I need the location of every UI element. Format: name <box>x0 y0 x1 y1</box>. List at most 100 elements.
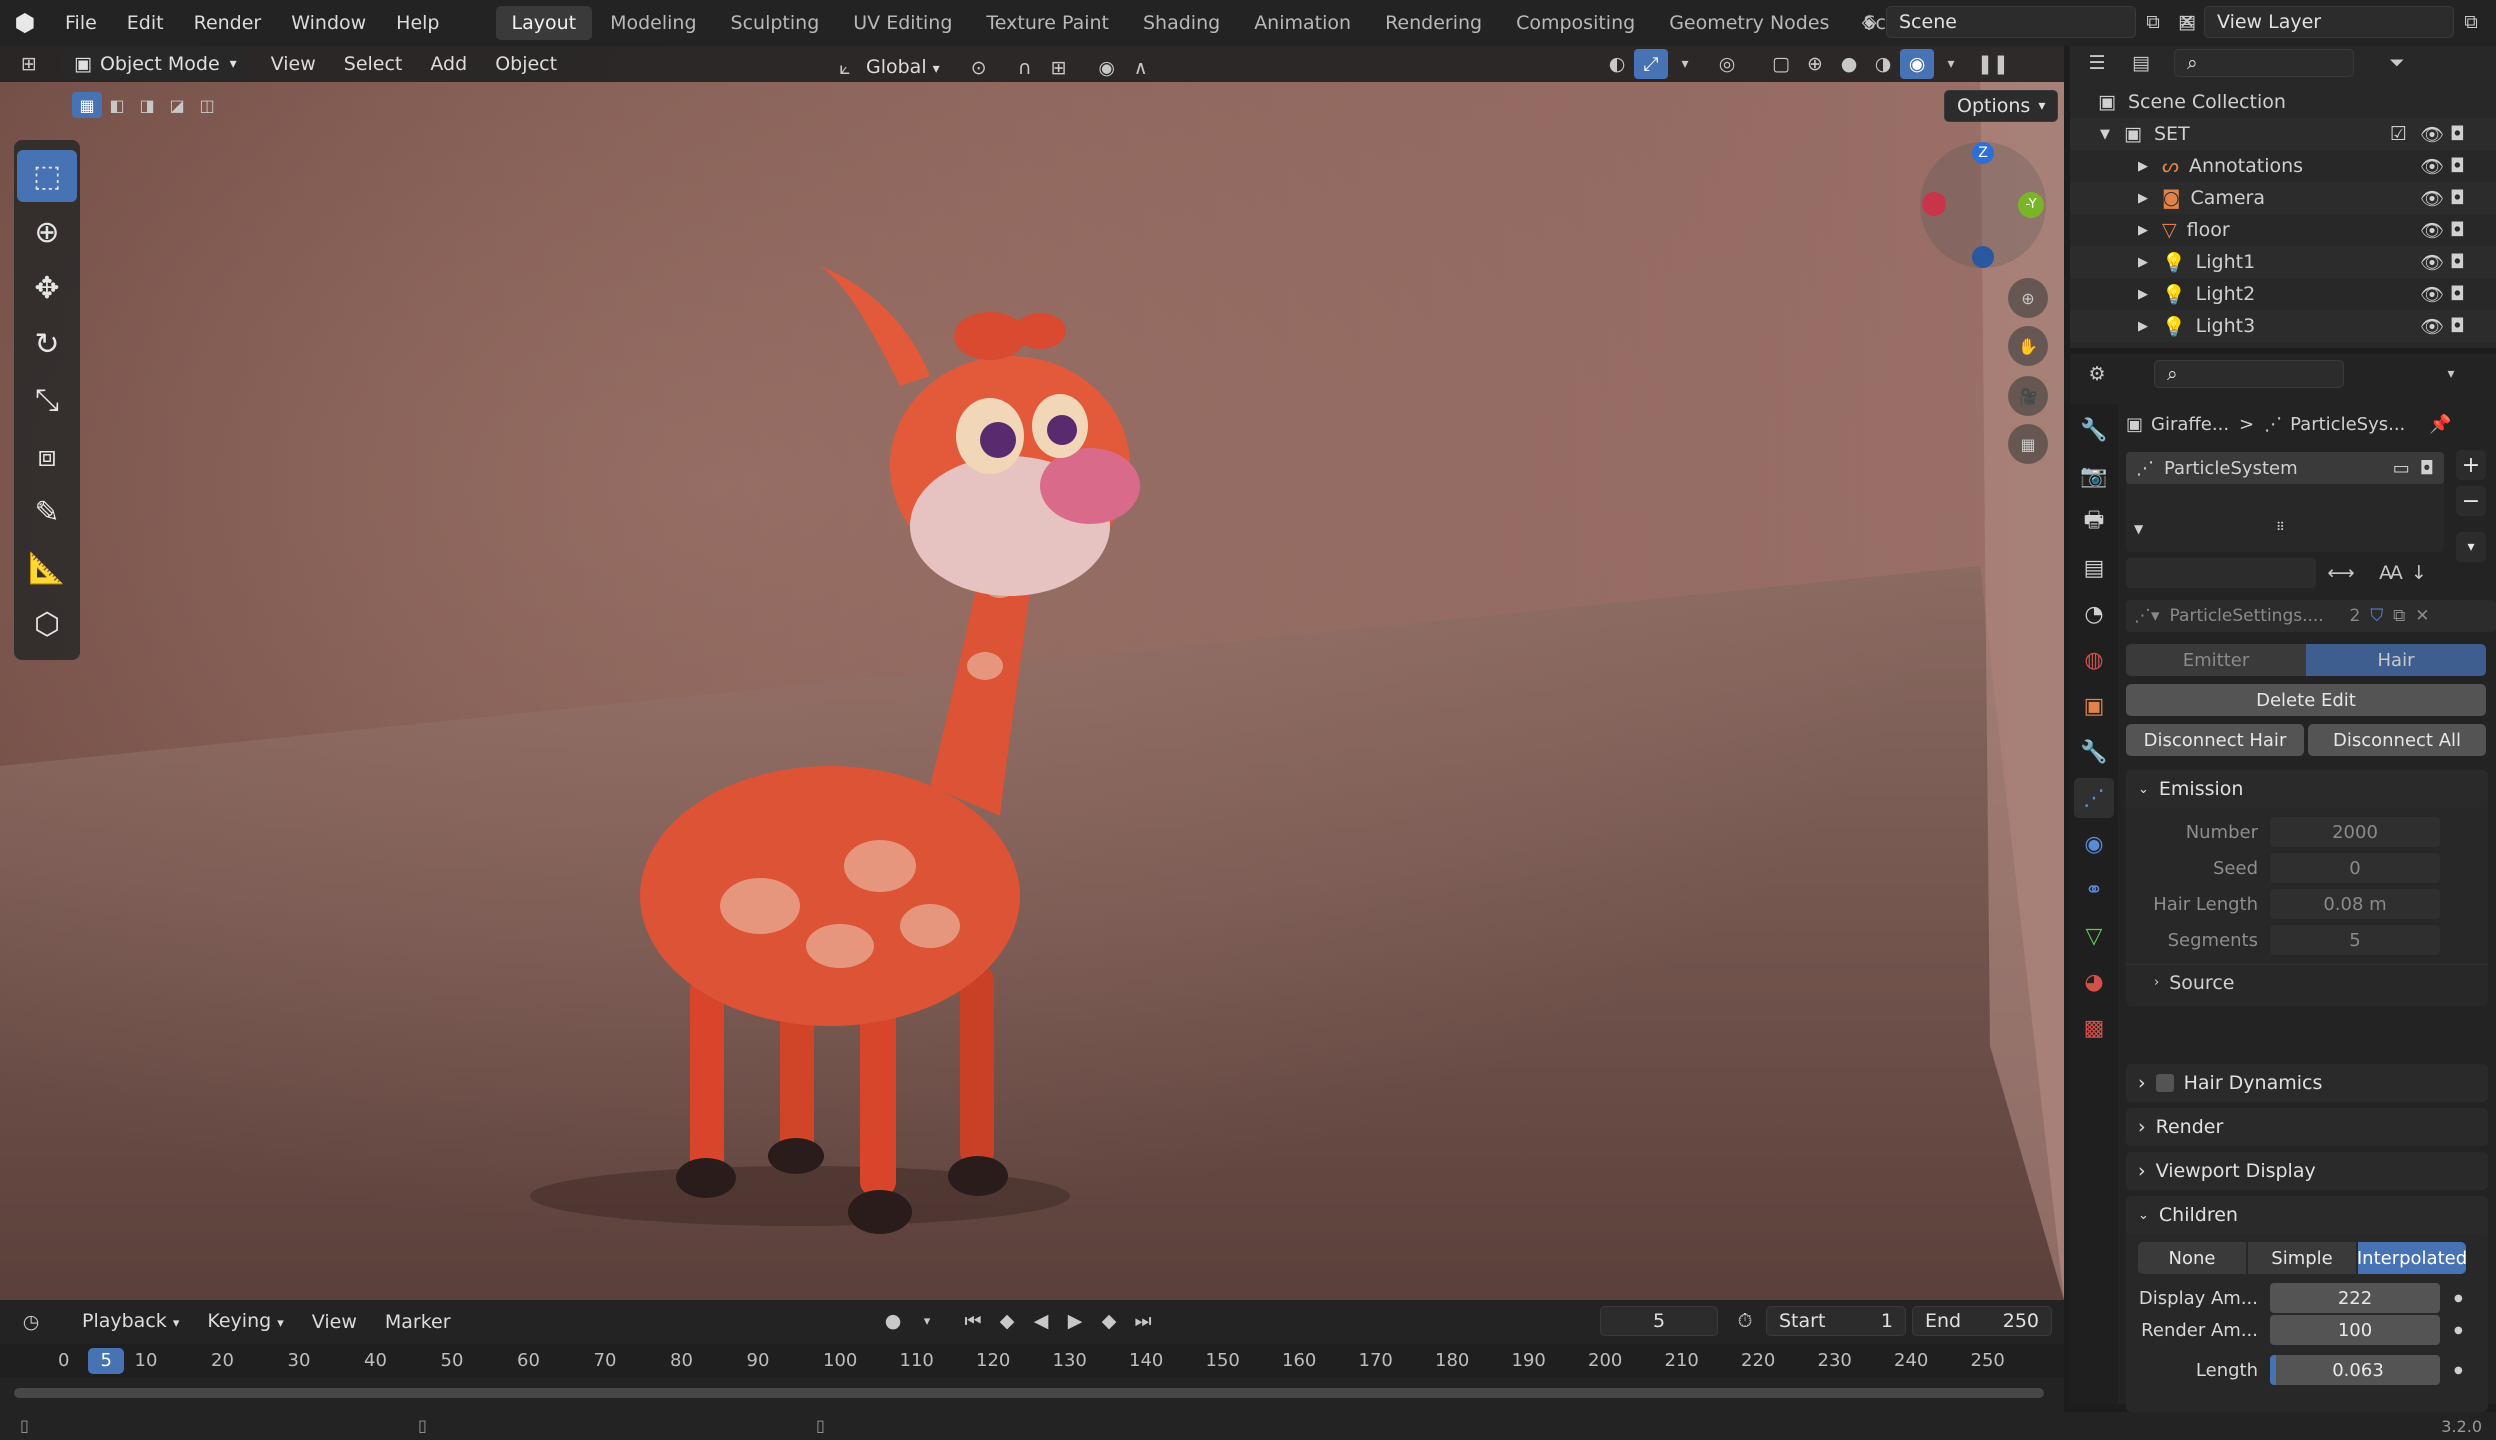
outliner-item-light2[interactable]: ▶ 💡 Light2 👁 ◘ <box>2070 278 2496 310</box>
type-hair-button[interactable]: Hair <box>2306 644 2486 676</box>
tab-texture-paint[interactable]: Texture Paint <box>970 6 1125 40</box>
proportional-edit-icon[interactable]: ◉ <box>1090 53 1124 83</box>
view-layer-tab-icon[interactable]: ▤ <box>2074 548 2114 588</box>
cursor-icon[interactable]: ⊕ <box>17 206 77 258</box>
show-gizmo-icon[interactable]: ⤢ <box>1634 49 1668 79</box>
particles-tab-icon[interactable]: ⋰ <box>2074 778 2114 818</box>
segments-field[interactable]: 5 <box>2270 925 2440 955</box>
camera-render-icon[interactable]: ◘ <box>2450 315 2465 337</box>
filter-icon[interactable]: ⏷ <box>2380 48 2414 78</box>
3d-viewport[interactable]: ⊞ ▣ Object Mode ▾ View Select Add Object… <box>0 46 2064 1300</box>
menu-help[interactable]: Help <box>381 0 454 46</box>
playback-menu[interactable]: Playback ▾ <box>68 1303 193 1342</box>
scale-icon[interactable]: ⤡ <box>17 374 77 426</box>
camera-render-icon[interactable]: ◘ <box>2450 187 2465 209</box>
camera-view-icon[interactable]: 🎥 <box>2008 376 2048 416</box>
timeline-scrollbar[interactable] <box>14 1388 2044 1398</box>
keying-options-icon[interactable]: ▾ <box>910 1306 944 1336</box>
jump-end-icon[interactable]: ⏭ <box>1126 1306 1160 1336</box>
auto-keying-icon[interactable]: ● <box>876 1306 910 1336</box>
properties-search-input[interactable]: ⌕ <box>2154 360 2344 388</box>
tab-layout[interactable]: Layout <box>495 6 593 40</box>
material-tab-icon[interactable]: ◕ <box>2074 962 2114 1002</box>
editor-type-icon[interactable]: ⊞ <box>12 49 46 79</box>
view-layer-selector-icon[interactable]: ▤ <box>2170 7 2204 37</box>
prev-keyframe-icon[interactable]: ◆ <box>990 1306 1024 1336</box>
breadcrumb-object[interactable]: Giraffe... <box>2151 414 2229 435</box>
filter-invert-icon[interactable]: ⟷ <box>2324 558 2358 588</box>
material-preview-icon[interactable]: ◑ <box>1866 49 1900 79</box>
pivot-point-icon[interactable]: ⊙ <box>962 53 996 83</box>
select-new-icon[interactable]: ▦ <box>72 92 102 118</box>
outliner-item-floor[interactable]: ▶ ▽ floor 👁 ◘ <box>2070 214 2496 246</box>
outliner-search-input[interactable]: ⌕ <box>2174 49 2354 77</box>
outliner-item-annotations[interactable]: ▶ ᔕ Annotations 👁 ◘ <box>2070 150 2496 182</box>
eye-icon[interactable]: 👁 <box>2420 315 2444 338</box>
gizmo-chevron-icon[interactable]: ▾ <box>1668 49 1702 79</box>
type-emitter-button[interactable]: Emitter <box>2126 644 2306 676</box>
camera-render-icon[interactable]: ◘ <box>2450 251 2465 273</box>
physics-tab-icon[interactable]: ◉ <box>2074 824 2114 864</box>
render-tab-icon[interactable]: 📷 <box>2074 456 2114 496</box>
end-frame-field[interactable]: End 250 <box>1912 1306 2052 1336</box>
camera-render-icon[interactable]: ◘ <box>2450 123 2465 145</box>
orientation-dropdown[interactable]: Global ▾ <box>862 49 944 87</box>
view-layer-field[interactable]: View Layer <box>2204 6 2454 38</box>
breadcrumb-particle-system[interactable]: ParticleSys... <box>2290 414 2405 435</box>
viewport-menu-object[interactable]: Object <box>481 46 571 82</box>
hair-length-field[interactable]: 0.08 m <box>2270 889 2440 919</box>
select-box-icon[interactable]: ⬚ <box>17 150 77 202</box>
transform-orientation-icon[interactable]: ⟀ <box>828 53 862 83</box>
scene-tab-icon[interactable]: ◔ <box>2074 594 2114 634</box>
rendered-shading-icon[interactable]: ◉ <box>1900 49 1934 79</box>
camera-render-icon[interactable]: ◘ <box>2450 219 2465 241</box>
seed-field[interactable]: 0 <box>2270 853 2440 883</box>
snap-icon[interactable]: ∩ <box>1008 53 1042 83</box>
start-frame-field[interactable]: Start 1 <box>1766 1306 1906 1336</box>
play-icon[interactable]: ▶ <box>1058 1306 1092 1336</box>
delete-edit-button[interactable]: Delete Edit <box>2126 684 2486 716</box>
object-tab-icon[interactable]: ▣ <box>2074 686 2114 726</box>
add-particle-system-button[interactable]: + <box>2456 450 2486 480</box>
viewport-menu-view[interactable]: View <box>257 46 330 82</box>
render-amount-field[interactable]: 100 <box>2270 1315 2440 1345</box>
menu-window[interactable]: Window <box>276 0 381 46</box>
select-extend-icon[interactable]: ◧ <box>102 92 132 118</box>
close-icon[interactable]: ✕ <box>2415 606 2429 626</box>
perspective-toggle-icon[interactable]: ▦ <box>2008 424 2048 464</box>
pin-icon[interactable]: 📌 <box>2429 414 2451 435</box>
select-intersect-icon[interactable]: ◫ <box>192 92 222 118</box>
eye-icon[interactable]: 👁 <box>2420 219 2444 242</box>
outliner-collection-set[interactable]: ▼ ▣ SET ☑ 👁 ◘ <box>2070 118 2496 150</box>
shading-options-icon[interactable]: ▾ <box>1934 49 1968 79</box>
tab-rendering[interactable]: Rendering <box>1369 6 1498 40</box>
tab-uv-editing[interactable]: UV Editing <box>837 6 968 40</box>
viewport-display-panel[interactable]: › Viewport Display <box>2126 1152 2488 1190</box>
blender-logo-icon[interactable]: ⬢ <box>0 9 50 37</box>
world-tab-icon[interactable]: ◍ <box>2074 640 2114 680</box>
outliner-item-light1[interactable]: ▶ 💡 Light1 👁 ◘ <box>2070 246 2496 278</box>
menu-render[interactable]: Render <box>179 0 277 46</box>
modifier-tab-icon[interactable]: 🔧 <box>2074 732 2114 772</box>
eye-icon[interactable]: 👁 <box>2420 155 2444 178</box>
annotate-icon[interactable]: ✎ <box>17 486 77 538</box>
overlays-icon[interactable]: ◎ <box>1710 49 1744 79</box>
menu-file[interactable]: File <box>50 0 112 46</box>
eye-icon[interactable]: 👁 <box>2420 123 2444 146</box>
navigation-gizmo[interactable]: Z -Y <box>1920 142 2046 268</box>
list-filter-input[interactable] <box>2126 558 2316 588</box>
hair-dynamics-checkbox[interactable] <box>2155 1074 2174 1092</box>
source-subpanel[interactable]: › Source <box>2126 964 2488 1000</box>
eye-icon[interactable]: 👁 <box>2420 187 2444 210</box>
keyframe-dot-icon[interactable]: ● <box>2454 1293 2463 1304</box>
gizmo-x-axis[interactable] <box>1922 192 1946 216</box>
menu-edit[interactable]: Edit <box>112 0 179 46</box>
measure-icon[interactable]: 📐 <box>17 542 77 594</box>
properties-editor-icon[interactable]: ⚙ <box>2080 359 2114 389</box>
checkbox-icon[interactable]: ☑ <box>2390 123 2407 145</box>
list-grip-icon[interactable]: ⠿ <box>2276 520 2285 534</box>
pause-render-icon[interactable]: ❚❚ <box>1976 49 2010 79</box>
particle-system-list[interactable]: ⋰ ParticleSystem ▭ ◘ ▼ ⠿ <box>2126 452 2444 552</box>
children-simple-button[interactable]: Simple <box>2248 1242 2356 1274</box>
render-panel[interactable]: › Render <box>2126 1108 2488 1146</box>
